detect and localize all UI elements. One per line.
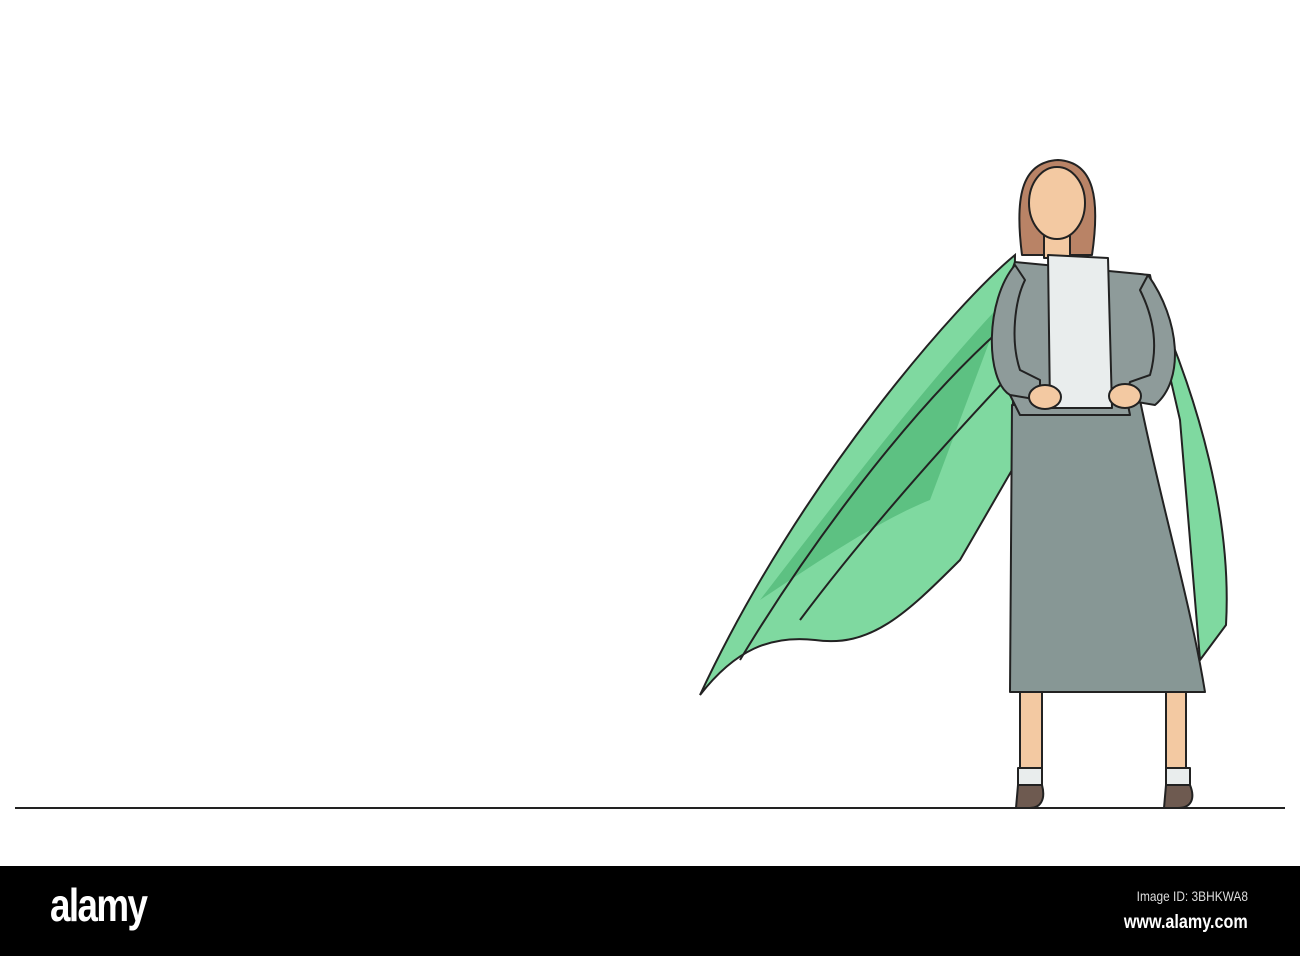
skirt xyxy=(1009,399,1206,693)
left-sock xyxy=(1017,767,1043,787)
alamy-logo: alamy xyxy=(50,879,148,931)
right-shoe xyxy=(1163,784,1194,809)
right-leg xyxy=(1165,691,1187,771)
face xyxy=(1028,166,1086,240)
left-shoe xyxy=(1015,784,1045,809)
image-id: Image ID: 3BHKWA8 xyxy=(1136,888,1248,904)
right-hand xyxy=(1108,383,1142,409)
shirt xyxy=(1047,254,1113,409)
left-hand xyxy=(1028,384,1062,410)
watermark-footer: alamy Image ID: 3BHKWA8 www.alamy.com xyxy=(0,866,1300,956)
right-sock xyxy=(1165,767,1191,787)
figure xyxy=(990,159,1206,809)
illustration-businesswoman-superhero xyxy=(15,159,1285,809)
site-url: www.alamy.com xyxy=(1124,912,1248,933)
left-leg xyxy=(1019,691,1043,771)
